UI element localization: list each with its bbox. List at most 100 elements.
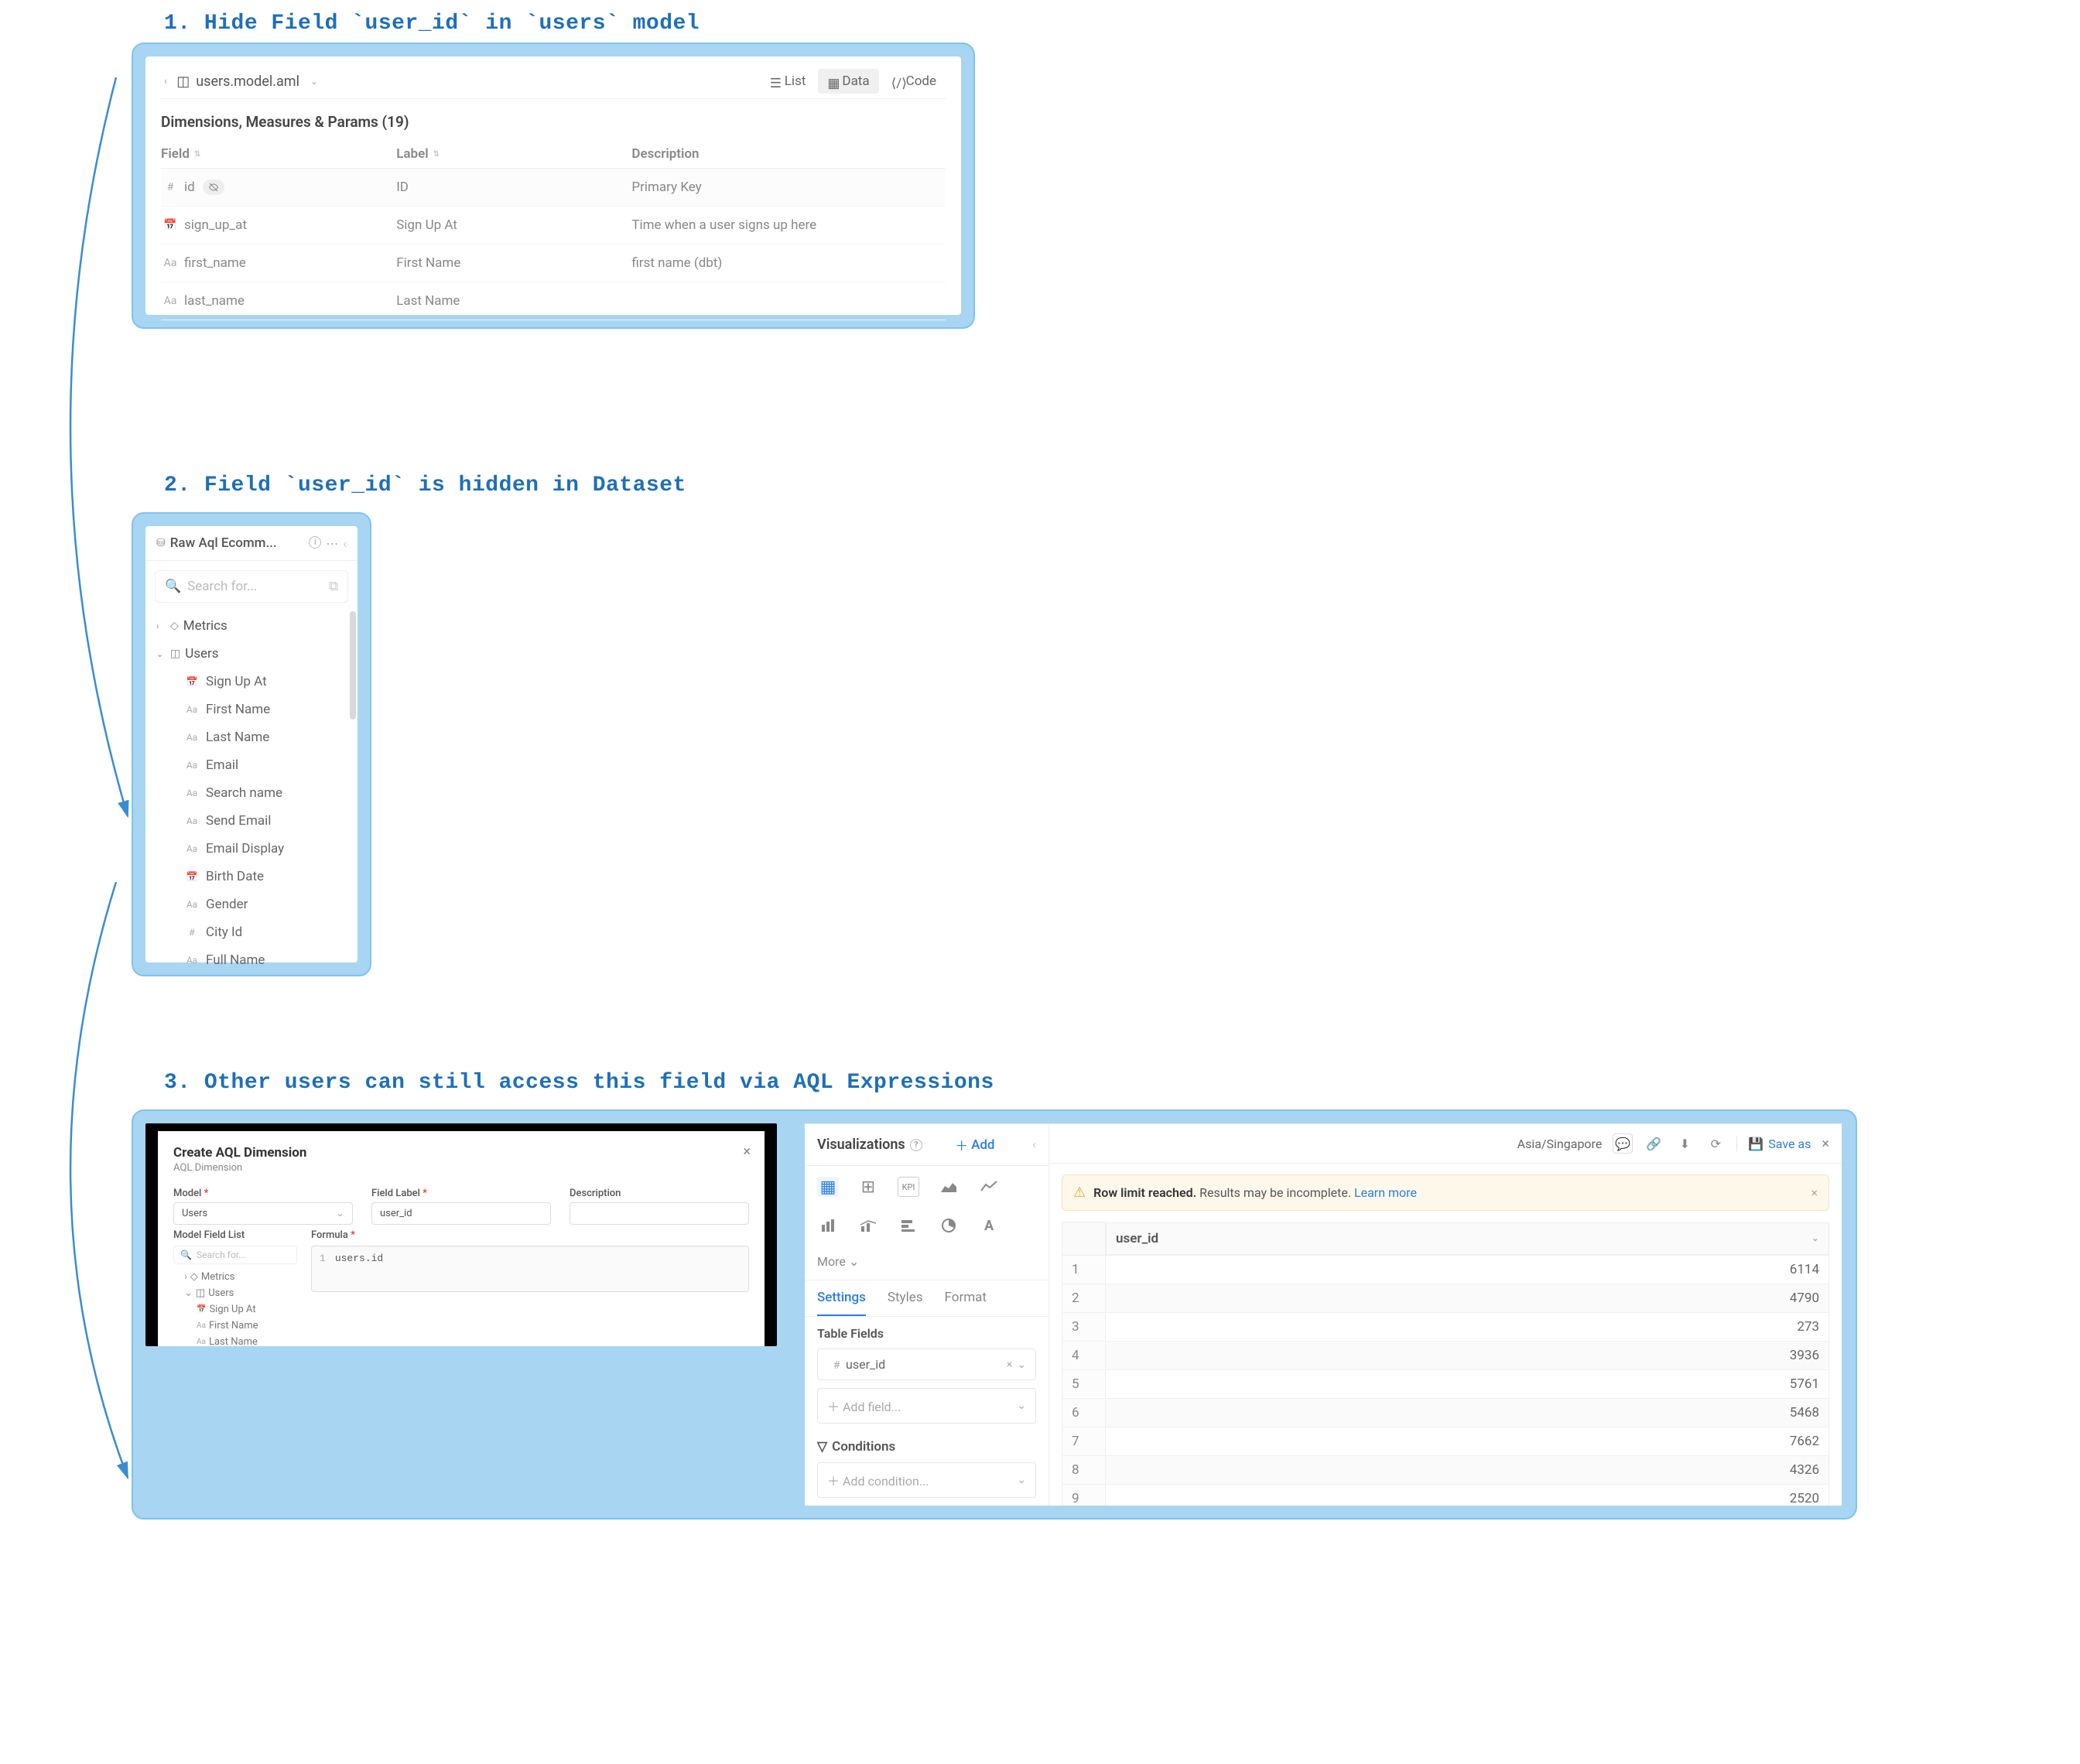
help-icon[interactable]: ? — [910, 1139, 922, 1151]
tree-child-lastname[interactable]: Aa Last Name — [173, 1334, 297, 1346]
more-icon[interactable]: ⋯ — [326, 536, 338, 551]
dataset-field[interactable]: AaFirst Name — [156, 696, 347, 723]
add-condition-button[interactable]: ＋ Add condition... ⌄ — [817, 1462, 1036, 1498]
close-icon[interactable]: × — [1822, 1136, 1829, 1152]
comment-icon[interactable]: 💬 — [1613, 1133, 1633, 1154]
row-number: 3 — [1062, 1312, 1106, 1341]
text-type-icon: Aa — [184, 704, 200, 715]
chevron-left-icon[interactable]: ‹ — [1032, 1137, 1036, 1153]
dataset-title: Raw Aql Ecomm... — [170, 535, 277, 551]
dataset-field[interactable]: AaFull Name — [156, 946, 347, 974]
chevron-down-icon[interactable]: ⌄ — [306, 76, 318, 87]
table-chart-icon[interactable]: ▦ — [817, 1177, 839, 1197]
combo-chart-icon[interactable] — [857, 1215, 879, 1236]
tree-child-signup[interactable]: 📅 Sign Up At — [173, 1301, 297, 1318]
scroll-thumb[interactable] — [350, 611, 356, 720]
add-button[interactable]: ＋Add — [955, 1135, 994, 1154]
dialog-title: Create AQL Dimension — [158, 1131, 765, 1162]
link-icon[interactable]: 🔗 — [1644, 1133, 1664, 1154]
timezone-label[interactable]: Asia/Singapore — [1517, 1137, 1603, 1151]
dataset-field[interactable]: AaEmail — [156, 751, 347, 779]
chevron-left-icon[interactable]: ‹ — [343, 536, 347, 551]
sort-icon[interactable]: ⇅ — [194, 150, 200, 159]
description-input[interactable] — [570, 1202, 749, 1225]
hbar-chart-icon[interactable] — [898, 1215, 919, 1236]
remove-field-icon[interactable]: × — [1007, 1359, 1012, 1371]
fields-table-header: Field⇅ Label⇅ Description — [161, 140, 946, 169]
hidden-eye-icon[interactable] — [203, 179, 224, 195]
sort-icon[interactable]: ⇅ — [433, 150, 440, 159]
formula-textarea[interactable]: 1users.id — [311, 1246, 749, 1292]
text-type-icon: Aa — [184, 760, 200, 771]
table-row[interactable]: 43936 — [1062, 1341, 1829, 1369]
column-header-userid[interactable]: user_id⌄ — [1106, 1222, 1829, 1255]
kpi-chart-icon[interactable]: KPI — [898, 1177, 919, 1197]
tree-search-input[interactable]: 🔍Search for... — [173, 1246, 297, 1264]
group-users[interactable]: ⌄ ◫ Users — [156, 640, 347, 668]
dataset-field[interactable]: AaLast Name — [156, 723, 347, 751]
field-row-signup[interactable]: 📅sign_up_at Sign Up At Time when a user … — [161, 207, 946, 244]
save-as-button[interactable]: 💾Save as — [1748, 1137, 1811, 1151]
download-icon[interactable]: ⬇ — [1675, 1133, 1695, 1154]
row-limit-warning: ⚠ Row limit reached. Results may be inco… — [1062, 1174, 1829, 1211]
tab-data[interactable]: ▦Data — [818, 69, 878, 94]
pivot-chart-icon[interactable]: ⊞ — [857, 1177, 879, 1197]
plus-icon: ＋ — [827, 1400, 840, 1414]
text-chart-icon[interactable]: A — [978, 1215, 1000, 1236]
table-row[interactable]: 3273 — [1062, 1312, 1829, 1341]
table-row[interactable]: 24790 — [1062, 1284, 1829, 1312]
chevron-left-icon[interactable]: ‹ — [161, 75, 170, 87]
dataset-field[interactable]: AaSend Email — [156, 807, 347, 835]
close-icon[interactable]: × — [743, 1144, 751, 1160]
field-row-lastname[interactable]: Aalast_name Last Name — [161, 282, 946, 320]
table-row[interactable]: 16114 — [1062, 1255, 1829, 1284]
table-row[interactable]: 65468 — [1062, 1398, 1829, 1427]
tab-list[interactable]: ☰List — [761, 69, 816, 94]
dataset-field[interactable]: AaSearch name — [156, 779, 347, 807]
pie-chart-icon[interactable] — [938, 1215, 960, 1236]
field-row-id[interactable]: #id ID Primary Key — [161, 169, 946, 207]
refresh-icon[interactable]: ⟳ — [1705, 1133, 1726, 1154]
learn-more-link[interactable]: Learn more — [1354, 1185, 1417, 1200]
tab-format[interactable]: Format — [945, 1280, 987, 1316]
field-label-input[interactable]: user_id — [371, 1202, 551, 1225]
tab-styles[interactable]: Styles — [888, 1280, 923, 1316]
dataset-field[interactable]: 📅Birth Date — [156, 863, 347, 891]
tree-metrics[interactable]: › ◇ Metrics — [173, 1269, 297, 1285]
tree-users[interactable]: ⌄ ◫ Users — [173, 1285, 297, 1301]
area-chart-icon[interactable] — [938, 1177, 960, 1197]
group-metrics[interactable]: › ◇ Metrics — [156, 612, 347, 640]
tab-settings[interactable]: Settings — [817, 1280, 866, 1316]
row-number: 1 — [1062, 1255, 1106, 1284]
scrollbar[interactable] — [350, 573, 356, 955]
row-number: 5 — [1062, 1369, 1106, 1398]
table-row[interactable]: 92520 — [1062, 1484, 1829, 1506]
dataset-field[interactable]: AaGender — [156, 891, 347, 918]
filter-icon: ▽ — [817, 1439, 827, 1455]
table-field-userid[interactable]: #user_id ×⌄ — [817, 1349, 1036, 1380]
more-chart-types[interactable]: More ⌄ — [817, 1254, 859, 1269]
model-select[interactable]: Users ⌄ — [173, 1202, 353, 1225]
bar-chart-icon[interactable] — [817, 1215, 839, 1236]
dataset-field[interactable]: #City Id — [156, 918, 347, 946]
tab-code[interactable]: ⟨/⟩Code — [882, 69, 946, 94]
chevron-down-icon[interactable]: ⌄ — [1811, 1233, 1818, 1243]
dataset-field[interactable]: 📅Sign Up At — [156, 668, 347, 696]
step2-panel: ⛁ Raw Aql Ecomm... i ⋯ ‹ 🔍 Search for...… — [132, 512, 371, 976]
cell-value: 4790 — [1106, 1284, 1829, 1312]
table-row[interactable]: 55761 — [1062, 1369, 1829, 1398]
info-icon[interactable]: i — [309, 536, 321, 549]
file-crumb[interactable]: ‹ ◫ users.model.aml ⌄ — [161, 74, 318, 90]
dataset-field[interactable]: AaEmail Display — [156, 835, 347, 863]
tree-child-firstname[interactable]: Aa First Name — [173, 1318, 297, 1334]
line-chart-icon[interactable] — [978, 1177, 1000, 1197]
field-row-firstname[interactable]: Aafirst_name First Name first name (dbt) — [161, 244, 946, 282]
chevron-down-icon[interactable]: ⌄ — [1017, 1359, 1026, 1371]
table-row[interactable]: 77662 — [1062, 1427, 1829, 1455]
filter-icon[interactable]: ⧉ — [329, 579, 338, 594]
table-row[interactable]: 84326 — [1062, 1455, 1829, 1484]
add-field-button[interactable]: ＋ Add field... ⌄ — [817, 1388, 1036, 1424]
dismiss-warning-icon[interactable]: × — [1811, 1185, 1818, 1200]
label-description: Description — [570, 1188, 749, 1199]
search-input[interactable]: 🔍 Search for... ⧉ — [155, 570, 348, 603]
